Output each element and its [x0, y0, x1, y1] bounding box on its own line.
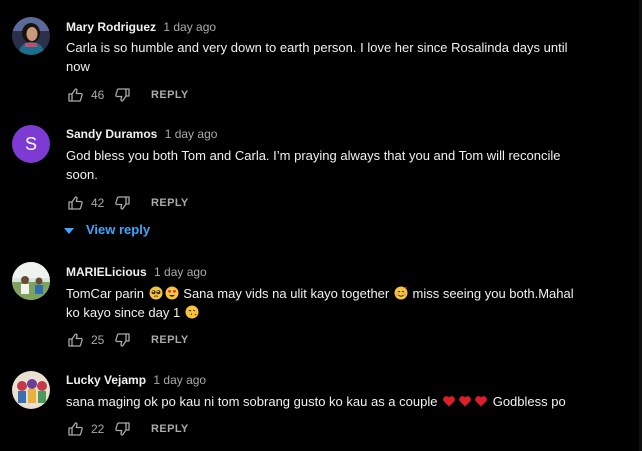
comment-timestamp[interactable]: 1 day ago [154, 265, 207, 279]
comments-section: Mary Rodriguez 1 day ago Carla is so hum… [0, 0, 642, 451]
comment-text-part: sana maging ok po kau ni tom sobrang gus… [66, 394, 438, 409]
comment-timestamp[interactable]: 1 day ago [153, 373, 206, 387]
comment-text: sana maging ok po kau ni tom sobrang gus… [66, 392, 586, 411]
reply-button[interactable]: REPLY [151, 423, 189, 435]
like-icon[interactable] [66, 86, 84, 104]
like-count: 42 [91, 196, 105, 210]
comment-header: MARIELicious 1 day ago [66, 264, 207, 280]
reply-button[interactable]: REPLY [151, 197, 189, 209]
comment-text-part: TomCar parin [66, 286, 145, 301]
face-blowing-kiss-emoji-icon [185, 305, 199, 319]
chevron-down-icon [64, 222, 74, 237]
comment-author[interactable]: MARIELicious [66, 265, 147, 279]
reply-button[interactable]: REPLY [151, 89, 189, 101]
smiling-face-with-hearts-emoji-icon [394, 286, 408, 300]
comment-text: God bless you both Tom and Carla. I’m pr… [66, 146, 586, 184]
like-count: 25 [91, 333, 105, 347]
dislike-icon[interactable] [113, 194, 131, 212]
heart-eyes-emoji-icon [165, 286, 179, 300]
red-heart-emoji-icon [474, 394, 488, 408]
comment-actions: 22 REPLY [66, 420, 189, 438]
like-icon[interactable] [66, 420, 84, 438]
avatar[interactable] [12, 17, 50, 55]
pleading-face-emoji-icon [149, 286, 163, 300]
like-count: 46 [91, 88, 105, 102]
comment-author[interactable]: Lucky Vejamp [66, 373, 146, 387]
like-icon[interactable] [66, 331, 84, 349]
comment-text-part: Sana may vids na ulit kayo together [183, 286, 390, 301]
comment-text: TomCar parin Sana may vids na ulit kayo … [66, 284, 586, 322]
comment-actions: 25 REPLY [66, 331, 189, 349]
comment-author[interactable]: Sandy Duramos [66, 127, 157, 141]
comment-text-line: God bless you both Tom and Carla. I’m pr… [66, 148, 561, 163]
comment-actions: 42 REPLY [66, 194, 189, 212]
avatar[interactable] [12, 262, 50, 300]
comment-text-line: ko kayo since day 1 [66, 303, 586, 322]
reply-button[interactable]: REPLY [151, 334, 189, 346]
dislike-icon[interactable] [113, 86, 131, 104]
comment-actions: 46 REPLY [66, 86, 189, 104]
avatar-letter: S [24, 134, 37, 154]
like-count: 22 [91, 422, 105, 436]
comment-timestamp[interactable]: 1 day ago [165, 127, 218, 141]
comment-text-line: TomCar parin Sana may vids na ulit kayo … [66, 284, 586, 303]
comment-author[interactable]: Mary Rodriguez [66, 20, 156, 34]
comment-text-line: Carla is so humble and very down to eart… [66, 40, 568, 55]
comment-text: Carla is so humble and very down to eart… [66, 38, 586, 76]
avatar[interactable]: S [12, 125, 50, 163]
comment-text-line: now [66, 59, 90, 74]
like-icon[interactable] [66, 194, 84, 212]
red-heart-emoji-icon [442, 394, 456, 408]
dislike-icon[interactable] [113, 331, 131, 349]
comment-text-part: Godbless po [492, 394, 566, 409]
view-replies-label: View reply [86, 222, 151, 237]
comment-text-part: ko kayo since day 1 [66, 305, 181, 320]
comment-text-part: miss seeing you both.Mahal [412, 286, 574, 301]
comment-timestamp[interactable]: 1 day ago [163, 20, 216, 34]
comment-header: Sandy Duramos 1 day ago [66, 126, 217, 142]
red-heart-emoji-icon [458, 394, 472, 408]
comment-header: Lucky Vejamp 1 day ago [66, 372, 206, 388]
avatar[interactable] [12, 371, 50, 409]
comment-text-line: soon. [66, 167, 98, 182]
dislike-icon[interactable] [113, 420, 131, 438]
comment-text-line: sana maging ok po kau ni tom sobrang gus… [66, 392, 586, 411]
comment-header: Mary Rodriguez 1 day ago [66, 19, 216, 35]
view-replies-button[interactable]: View reply [64, 222, 150, 237]
